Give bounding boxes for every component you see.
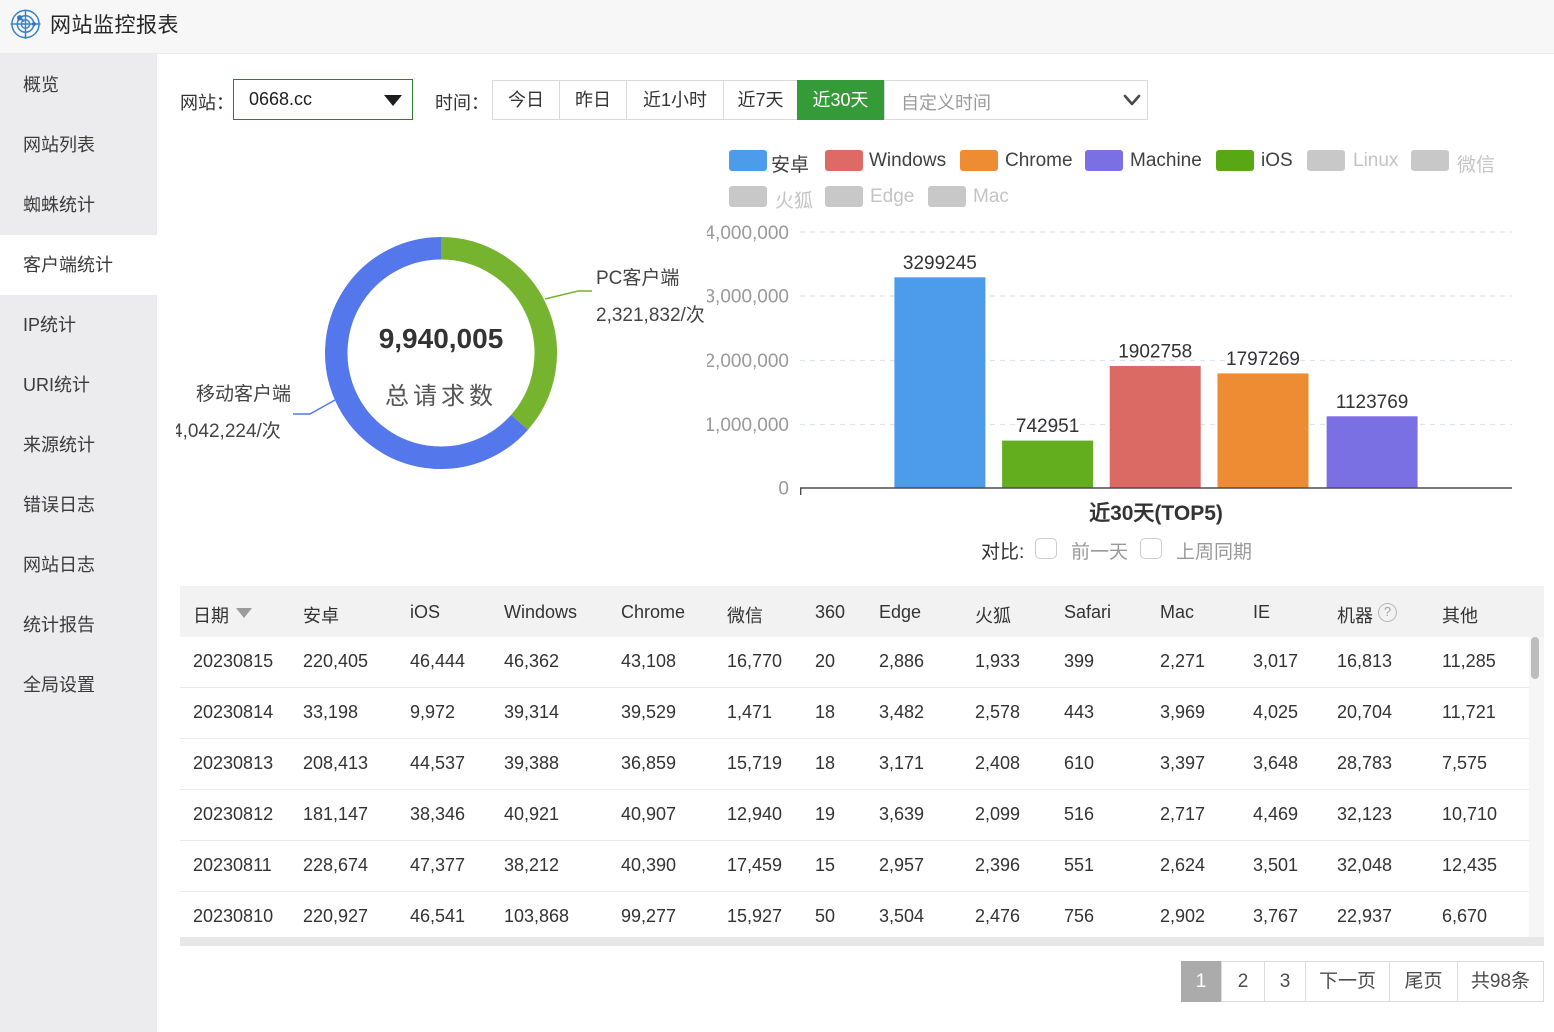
svg-text:移动客户端: 移动客户端 — [196, 383, 291, 405]
svg-text:3299245: 3299245 — [903, 253, 977, 274]
svg-text:3,000,000: 3,000,000 — [707, 287, 789, 308]
svg-text:742951: 742951 — [1016, 416, 1079, 437]
svg-text:2,000,000: 2,000,000 — [707, 351, 789, 372]
svg-text:1,000,000: 1,000,000 — [707, 415, 789, 436]
svg-text:0: 0 — [778, 479, 789, 500]
svg-text:1123769: 1123769 — [1336, 392, 1409, 413]
svg-text:2,321,832/次: 2,321,832/次 — [596, 304, 705, 326]
svg-text:9,940,005: 9,940,005 — [379, 323, 504, 354]
svg-text:1902758: 1902758 — [1118, 342, 1192, 363]
svg-text:4,042,224/次: 4,042,224/次 — [176, 420, 281, 442]
svg-text:总请求数: 总请求数 — [385, 383, 497, 410]
svg-text:PC客户端: PC客户端 — [596, 267, 679, 289]
svg-text:1797269: 1797269 — [1226, 349, 1300, 370]
svg-text:4,000,000: 4,000,000 — [707, 223, 789, 244]
